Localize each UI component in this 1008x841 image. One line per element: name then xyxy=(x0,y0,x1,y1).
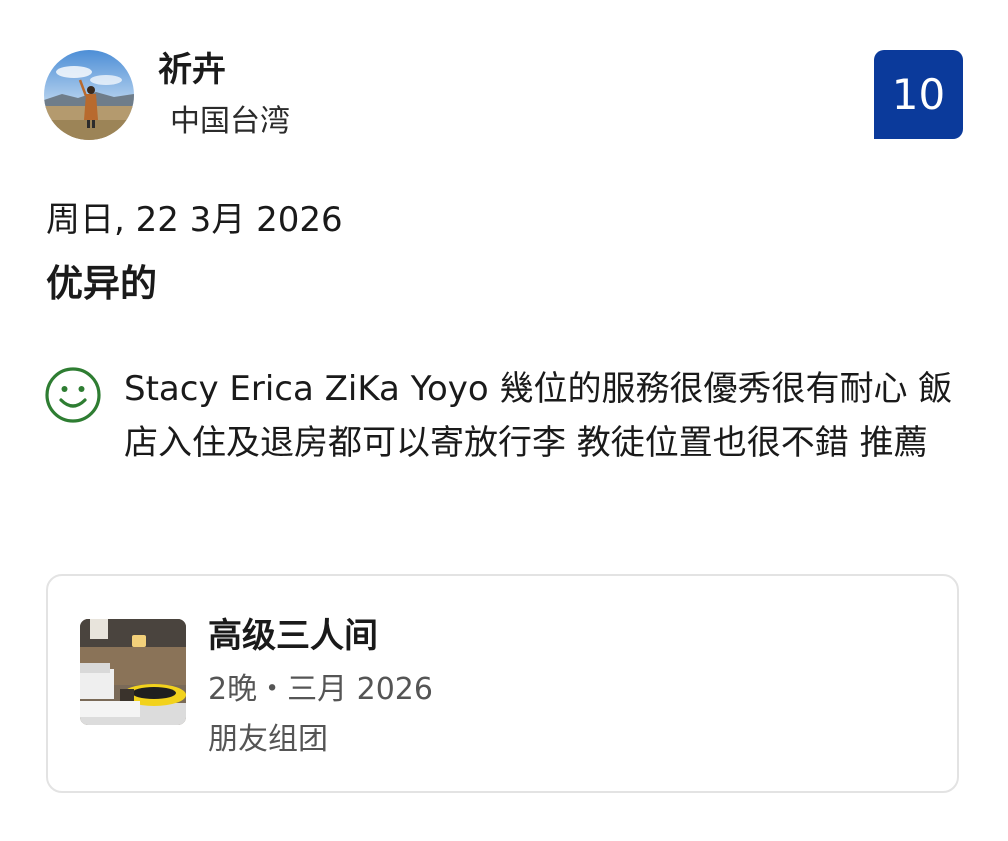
traveler-type: 朋友组团 xyxy=(208,722,328,757)
stay-nights-and-month: 2晚・三月 2026 xyxy=(208,672,433,707)
user-photo-avatar xyxy=(44,50,134,140)
review-date: 周日, 22 3月 2026 xyxy=(46,200,343,240)
room-name: 高级三人间 xyxy=(208,616,378,656)
reviewer-country: 中国台湾 xyxy=(170,104,290,139)
smiley-face-icon xyxy=(44,366,102,424)
reviewer-name: 祈卉 xyxy=(158,50,226,90)
review-headline: 优异的 xyxy=(46,262,157,305)
review-score-badge: 10 xyxy=(874,50,963,139)
stay-details-card: 高级三人间 2晚・三月 2026 朋友组团 xyxy=(46,574,959,793)
review-positive-text: Stacy Erica ZiKa Yoyo 幾位的服務很優秀很有耐心 飯店入住及… xyxy=(124,369,953,463)
hotel-room-photo xyxy=(80,619,186,725)
reviewer-avatar xyxy=(44,50,134,140)
